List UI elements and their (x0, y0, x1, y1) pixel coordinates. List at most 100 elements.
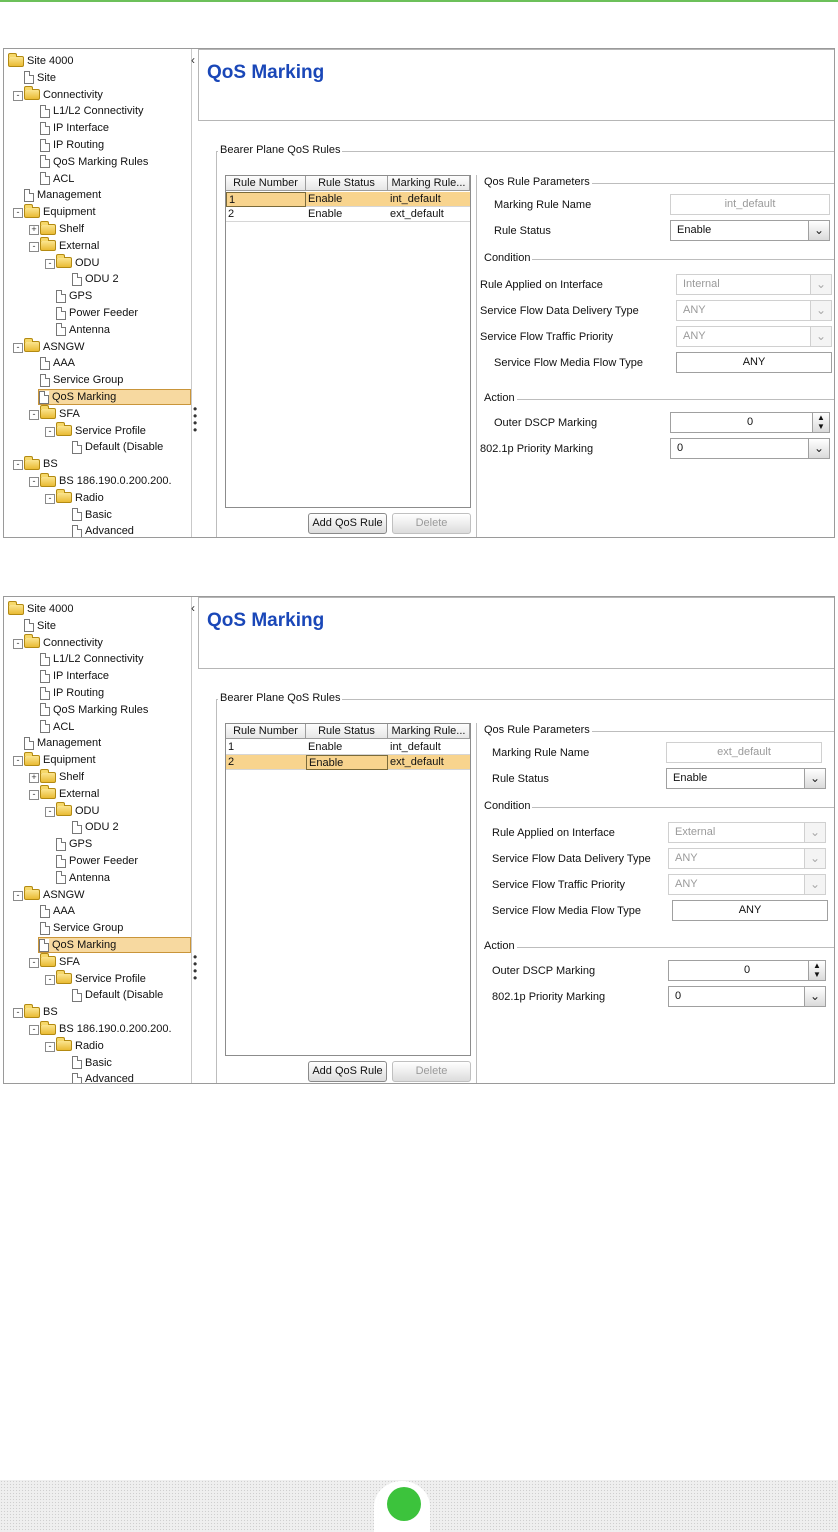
collapse-icon[interactable]: - (29, 957, 39, 968)
table-row[interactable]: 1 Enable int_default (226, 192, 470, 207)
tree-item[interactable]: Connectivity (24, 86, 109, 103)
tree-item[interactable]: Service Profile (56, 422, 152, 439)
tree-item[interactable]: SFA (40, 953, 86, 970)
chevron-down-icon[interactable]: ⌄ (804, 849, 825, 868)
tree-item[interactable]: GPS (56, 288, 98, 304)
tree-item[interactable]: Radio (56, 1037, 110, 1054)
tree-item[interactable]: Site (24, 618, 62, 634)
tree-item[interactable]: QoS Marking Rules (40, 154, 154, 170)
tree-item[interactable]: L1/L2 Connectivity (40, 103, 150, 119)
tree-item[interactable]: Advanced (72, 1071, 140, 1083)
tree-item[interactable]: GPS (56, 836, 98, 852)
collapse-icon[interactable]: - (29, 477, 39, 487)
tree-item[interactable]: IP Routing (40, 685, 110, 701)
tree-item[interactable]: Management (24, 187, 107, 203)
table-row[interactable]: 1 Enable int_default (226, 740, 470, 755)
tree-item[interactable]: Shelf (40, 220, 90, 237)
collapse-icon[interactable]: - (13, 638, 23, 649)
tree-item[interactable]: IP Interface (40, 668, 115, 684)
column-marking-rule[interactable]: Marking Rule... (388, 724, 470, 739)
tree-item[interactable]: BS (24, 1003, 64, 1020)
collapse-icon[interactable]: - (29, 1025, 39, 1035)
tree-item[interactable]: Basic (72, 507, 118, 523)
chevron-down-icon[interactable]: ⌄ (810, 327, 831, 346)
media-flow-field[interactable]: ANY (672, 900, 828, 921)
tree-item[interactable]: Service Group (40, 920, 129, 936)
tree-item[interactable]: External (40, 237, 105, 254)
table-row[interactable]: 2 Enable ext_default (226, 207, 470, 222)
delivery-type-select[interactable]: ANY ⌄ (668, 848, 826, 869)
column-rule-number[interactable]: Rule Number (226, 724, 306, 739)
tree-item[interactable]: Shelf (40, 768, 90, 785)
collapse-icon[interactable]: - (45, 806, 55, 817)
tree-item[interactable]: ODU 2 (72, 819, 125, 835)
collapse-icon[interactable]: - (13, 460, 23, 471)
collapse-icon[interactable]: - (13, 90, 23, 101)
delete-button[interactable]: Delete (392, 1061, 471, 1082)
expand-icon[interactable]: + (29, 225, 39, 235)
tree-item[interactable]: Service Profile (56, 970, 152, 987)
collapse-icon[interactable]: - (13, 342, 23, 353)
tree-item[interactable]: QoS Marking (38, 937, 191, 953)
rule-status-select[interactable]: Enable ⌄ (670, 220, 830, 241)
tree-item[interactable]: BS 186.190.0.200.200. (40, 472, 178, 489)
chevron-down-icon[interactable]: ⌄ (804, 875, 825, 894)
column-rule-status[interactable]: Rule Status (306, 724, 388, 739)
collapse-icon[interactable]: - (13, 890, 23, 901)
traffic-priority-select[interactable]: ANY ⌄ (668, 874, 826, 895)
tree-item[interactable]: QoS Marking Rules (40, 702, 154, 718)
chevron-down-icon[interactable]: ⌄ (810, 275, 831, 294)
collapse-icon[interactable]: - (45, 493, 55, 504)
tree-item[interactable]: IP Routing (40, 137, 110, 153)
tree-item[interactable]: Site (24, 70, 62, 86)
tree-item[interactable]: IP Interface (40, 120, 115, 136)
spinner-arrows-icon[interactable]: ▲ ▼ (808, 961, 825, 980)
tree-item[interactable]: ACL (40, 719, 80, 735)
tree-item[interactable]: Power Feeder (56, 853, 144, 869)
navigation-tree[interactable]: Site 4000 Site - Connectivity L1/L2 Connecti… (4, 597, 192, 1083)
tree-item[interactable]: Site 4000 (8, 52, 79, 69)
collapse-tree-icon[interactable]: ‹ (191, 53, 195, 67)
tree-item[interactable]: Power Feeder (56, 305, 144, 321)
collapse-icon[interactable]: - (45, 258, 55, 269)
marking-rule-name-field[interactable]: int_default (670, 194, 830, 215)
chevron-down-icon[interactable]: ⌄ (804, 987, 825, 1006)
collapse-icon[interactable]: - (29, 409, 39, 420)
collapse-icon[interactable]: - (13, 1008, 23, 1019)
expand-icon[interactable]: + (29, 773, 39, 783)
collapse-icon[interactable]: - (45, 1041, 55, 1052)
spinner-arrows-icon[interactable]: ▲ ▼ (812, 413, 829, 432)
tree-item[interactable]: Connectivity (24, 634, 109, 651)
tree-item[interactable]: AAA (40, 903, 81, 919)
marking-rule-name-field[interactable]: ext_default (666, 742, 822, 763)
tree-item[interactable]: ODU (56, 254, 105, 271)
collapse-icon[interactable]: - (45, 974, 55, 985)
add-qos-rule-button[interactable]: Add QoS Rule (308, 1061, 387, 1082)
priority-8021p-select[interactable]: 0 ⌄ (670, 438, 830, 459)
tree-item[interactable]: L1/L2 Connectivity (40, 651, 150, 667)
chevron-down-icon[interactable]: ⌄ (808, 221, 829, 240)
tree-item[interactable]: Equipment (24, 751, 102, 768)
tree-item[interactable]: Site 4000 (8, 600, 79, 617)
interface-select[interactable]: External ⌄ (668, 822, 826, 843)
chevron-down-icon[interactable]: ⌄ (808, 439, 829, 458)
tree-item[interactable]: BS 186.190.0.200.200. (40, 1020, 178, 1037)
tree-item[interactable]: ODU (56, 802, 105, 819)
tree-item[interactable]: BS (24, 455, 64, 472)
rules-table[interactable]: Rule Number Rule Status Marking Rule... … (225, 175, 471, 508)
dscp-spinner[interactable]: 0 ▲ ▼ (668, 960, 826, 981)
tree-item[interactable]: Service Group (40, 372, 129, 388)
collapse-tree-icon[interactable]: ‹ (191, 601, 195, 615)
priority-8021p-select[interactable]: 0 ⌄ (668, 986, 826, 1007)
chevron-down-icon[interactable]: ⌄ (804, 769, 825, 788)
column-rule-status[interactable]: Rule Status (306, 176, 388, 191)
tree-item[interactable]: ACL (40, 171, 80, 187)
add-qos-rule-button[interactable]: Add QoS Rule (308, 513, 387, 534)
collapse-icon[interactable]: - (13, 756, 23, 767)
chevron-down-icon[interactable]: ⌄ (810, 301, 831, 320)
dscp-spinner[interactable]: 0 ▲ ▼ (670, 412, 830, 433)
tree-item[interactable]: SFA (40, 405, 86, 422)
column-marking-rule[interactable]: Marking Rule... (388, 176, 470, 191)
splitter-handle-icon[interactable]: • • • • (193, 403, 197, 436)
rules-table[interactable]: Rule Number Rule Status Marking Rule... … (225, 723, 471, 1056)
